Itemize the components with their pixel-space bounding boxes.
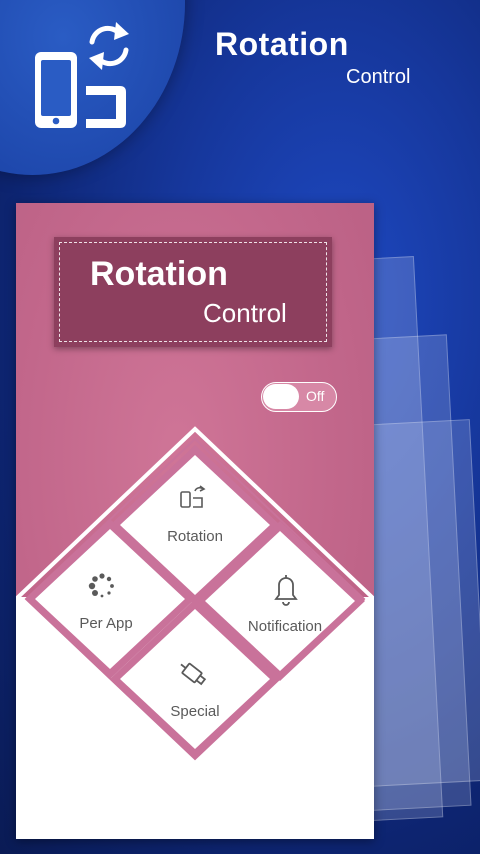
tile-rotation-label: Rotation [167,528,223,545]
tile-notification-label: Notification [247,618,323,635]
diamond-grid [16,426,374,772]
app-screen: Rotation Control Rotation Control Off Ro… [0,0,480,854]
app-logo-icon [35,22,129,128]
app-title: Rotation [215,26,349,62]
tile-per-app-label: Per App [79,615,133,632]
app-subtitle: Control [346,66,411,88]
main-card: Rotation Control Off Rotation Per App No… [16,203,374,839]
tile-special-label: Special [170,703,220,720]
